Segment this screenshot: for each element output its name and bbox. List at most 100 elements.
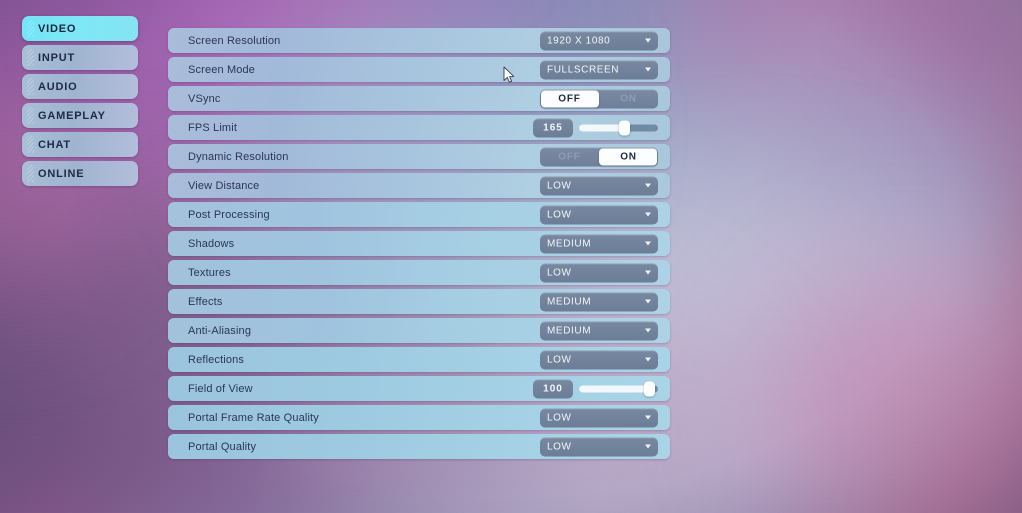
dropdown-value: LOW (547, 354, 572, 365)
sidebar-tab-video[interactable]: VIDEO (22, 16, 138, 41)
dropdown-value: LOW (547, 209, 572, 220)
chevron-down-icon (645, 415, 651, 420)
setting-row-reflections[interactable]: Reflections LOW (168, 347, 670, 372)
toggle-option-on[interactable]: ON (599, 89, 658, 108)
setting-control: LOW (540, 176, 658, 195)
chevron-down-icon (645, 241, 651, 246)
sidebar-tab-label: ONLINE (38, 167, 85, 180)
slider-track[interactable] (579, 381, 658, 396)
sidebar-tab-label: INPUT (38, 51, 75, 64)
dropdown-value: MEDIUM (547, 325, 592, 336)
tab-texture-decoration (27, 20, 34, 37)
setting-row-view-distance[interactable]: View Distance LOW (168, 173, 670, 198)
sidebar-tab-label: AUDIO (38, 80, 78, 93)
dropdown-view-distance[interactable]: LOW (540, 176, 658, 195)
setting-label: Portal Frame Rate Quality (188, 411, 319, 424)
sidebar-tab-label: VIDEO (38, 22, 77, 35)
setting-control: LOW (540, 408, 658, 427)
settings-category-sidebar: VIDEO INPUT AUDIO GAMEPLAY CHAT ONLINE (22, 16, 138, 190)
dropdown-textures[interactable]: LOW (540, 263, 658, 282)
sidebar-tab-input[interactable]: INPUT (22, 45, 138, 70)
dropdown-reflections[interactable]: LOW (540, 350, 658, 369)
slider-field-of-view[interactable]: 100 (533, 379, 658, 398)
toggle-option-off[interactable]: OFF (540, 147, 599, 166)
dropdown-value: LOW (547, 267, 572, 278)
dropdown-anti-aliasing[interactable]: MEDIUM (540, 321, 658, 340)
sidebar-tab-label: GAMEPLAY (38, 109, 106, 122)
slider-track[interactable] (579, 120, 658, 135)
setting-row-textures[interactable]: Textures LOW (168, 260, 670, 285)
setting-label: View Distance (188, 179, 260, 192)
setting-label: Anti-Aliasing (188, 324, 252, 337)
dropdown-portal-quality[interactable]: LOW (540, 437, 658, 456)
chevron-down-icon (645, 67, 651, 72)
setting-row-anti-aliasing[interactable]: Anti-Aliasing MEDIUM (168, 318, 670, 343)
dropdown-shadows[interactable]: MEDIUM (540, 234, 658, 253)
settings-screen: VIDEO INPUT AUDIO GAMEPLAY CHAT ONLINE Screen… (0, 0, 1022, 513)
toggle-vsync[interactable]: OFF ON (540, 89, 658, 108)
dropdown-effects[interactable]: MEDIUM (540, 292, 658, 311)
setting-row-fps-limit[interactable]: FPS Limit 165 (168, 115, 670, 140)
setting-row-field-of-view[interactable]: Field of View 100 (168, 376, 670, 401)
setting-label: Effects (188, 295, 223, 308)
sidebar-tab-gameplay[interactable]: GAMEPLAY (22, 103, 138, 128)
setting-label: FPS Limit (188, 121, 238, 134)
toggle-option-off[interactable]: OFF (540, 89, 599, 108)
dropdown-portal-frame-rate-quality[interactable]: LOW (540, 408, 658, 427)
setting-control: 1920 X 1080 (540, 31, 658, 50)
setting-label: VSync (188, 92, 221, 105)
setting-row-portal-quality[interactable]: Portal Quality LOW (168, 434, 670, 459)
slider-fill (579, 124, 625, 131)
chevron-down-icon (645, 328, 651, 333)
setting-row-dynamic-resolution[interactable]: Dynamic Resolution OFF ON (168, 144, 670, 169)
setting-label: Screen Resolution (188, 34, 281, 47)
toggle-option-on[interactable]: ON (599, 147, 658, 166)
dropdown-value: LOW (547, 180, 572, 191)
setting-row-vsync[interactable]: VSync OFF ON (168, 86, 670, 111)
dropdown-value: LOW (547, 441, 572, 452)
toggle-dynamic-resolution[interactable]: OFF ON (540, 147, 658, 166)
slider-handle[interactable] (643, 381, 655, 396)
setting-row-effects[interactable]: Effects MEDIUM (168, 289, 670, 314)
setting-row-screen-resolution[interactable]: Screen Resolution 1920 X 1080 (168, 28, 670, 53)
chevron-down-icon (645, 357, 651, 362)
setting-label: Portal Quality (188, 440, 257, 453)
setting-label: Shadows (188, 237, 235, 250)
setting-label: Screen Mode (188, 63, 256, 76)
setting-label: Dynamic Resolution (188, 150, 289, 163)
setting-control: OFF ON (540, 89, 658, 108)
setting-row-portal-frame-rate-quality[interactable]: Portal Frame Rate Quality LOW (168, 405, 670, 430)
dropdown-post-processing[interactable]: LOW (540, 205, 658, 224)
setting-row-shadows[interactable]: Shadows MEDIUM (168, 231, 670, 256)
setting-control: LOW (540, 263, 658, 282)
sidebar-tab-chat[interactable]: CHAT (22, 132, 138, 157)
dropdown-value: MEDIUM (547, 238, 592, 249)
tab-texture-decoration (27, 107, 34, 124)
setting-row-post-processing[interactable]: Post Processing LOW (168, 202, 670, 227)
chevron-down-icon (645, 270, 651, 275)
setting-label: Reflections (188, 353, 245, 366)
tab-texture-decoration (27, 165, 34, 182)
slider-fill (579, 385, 649, 392)
sidebar-tab-online[interactable]: ONLINE (22, 161, 138, 186)
setting-label: Textures (188, 266, 231, 279)
slider-value: 100 (533, 379, 573, 398)
dropdown-value: FULLSCREEN (547, 64, 620, 75)
video-settings-panel: Screen Resolution 1920 X 1080 Screen Mode F… (168, 28, 670, 463)
setting-control: MEDIUM (540, 292, 658, 311)
tab-texture-decoration (27, 78, 34, 95)
sidebar-tab-label: CHAT (38, 138, 71, 151)
chevron-down-icon (645, 38, 651, 43)
slider-handle[interactable] (619, 120, 631, 135)
setting-control: OFF ON (540, 147, 658, 166)
dropdown-value: MEDIUM (547, 296, 592, 307)
setting-control: 165 (533, 118, 658, 137)
setting-control: MEDIUM (540, 234, 658, 253)
sidebar-tab-audio[interactable]: AUDIO (22, 74, 138, 99)
setting-row-screen-mode[interactable]: Screen Mode FULLSCREEN (168, 57, 670, 82)
slider-value: 165 (533, 118, 573, 137)
dropdown-screen-mode[interactable]: FULLSCREEN (540, 60, 658, 79)
chevron-down-icon (645, 183, 651, 188)
slider-fps-limit[interactable]: 165 (533, 118, 658, 137)
dropdown-screen-resolution[interactable]: 1920 X 1080 (540, 31, 658, 50)
